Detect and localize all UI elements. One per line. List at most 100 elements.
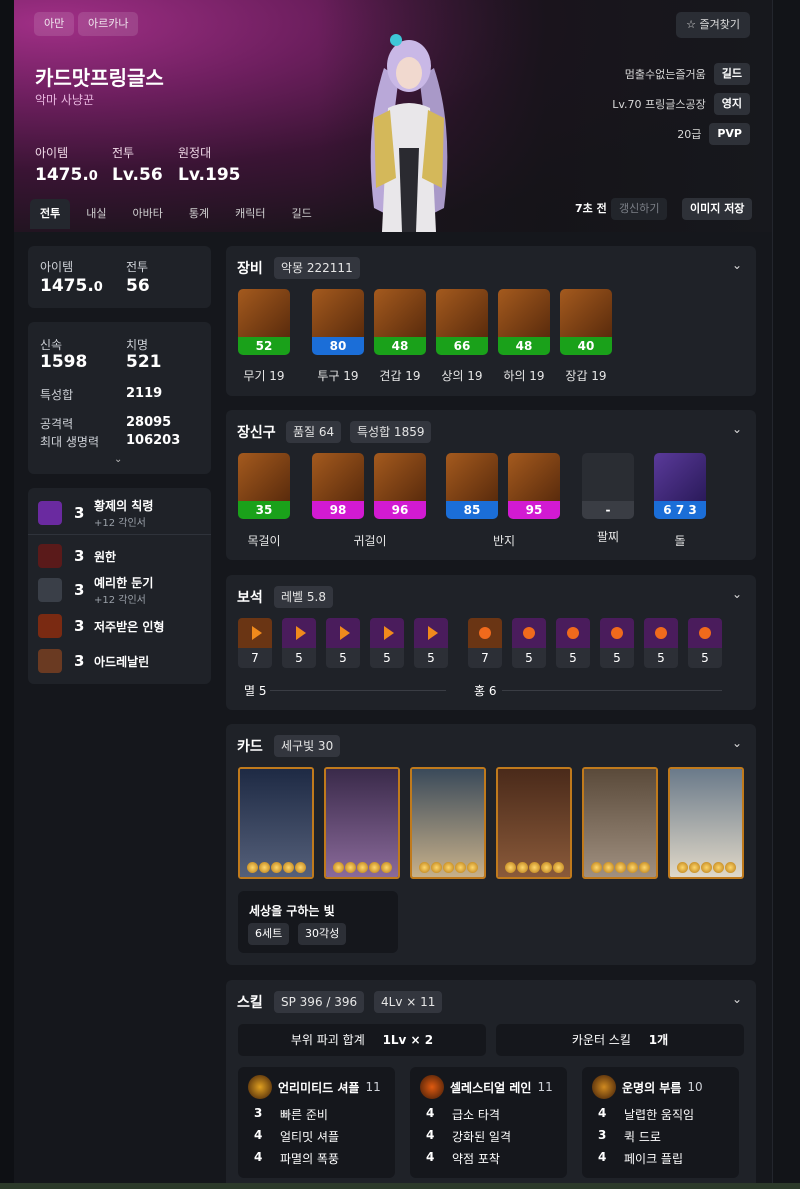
accessory-image (582, 453, 634, 501)
tripod-level: 4 (426, 1128, 435, 1142)
swiftness-value: 1598 (40, 352, 88, 372)
engraving-row[interactable]: 3 아드레날린 (38, 646, 149, 676)
tab-stats[interactable]: 통계 (179, 199, 219, 229)
gem-item[interactable]: 5 (282, 618, 316, 668)
equipment-item[interactable]: 80 (312, 289, 364, 355)
accessory-item[interactable]: - (582, 453, 634, 519)
skill-box[interactable]: 셀레스티얼 레인 11 4 급소 타격 4 강화된 일격 4 약점 포착 (410, 1067, 567, 1178)
awakening-orb (332, 862, 344, 873)
accessory-image (238, 453, 290, 501)
max-hp-label: 최대 생명력 (40, 435, 100, 449)
card-set-pill: 세구빛 30 (274, 735, 341, 757)
card-item[interactable] (496, 767, 572, 879)
gem-item[interactable]: 5 (512, 618, 546, 668)
skill-header: 운명의 부름 10 (592, 1075, 703, 1099)
engraving-level: 3 (74, 581, 85, 599)
gem-item[interactable]: 7 (468, 618, 502, 668)
accessory-item[interactable]: 35 (238, 453, 290, 519)
gem-item[interactable]: 5 (326, 618, 360, 668)
gem-item[interactable]: 5 (414, 618, 448, 668)
card-awakening (502, 862, 566, 873)
skill-box[interactable]: 운명의 부름 10 4 날렵한 움직임 3 퀵 드로 4 페이크 플립 (582, 1067, 739, 1178)
gem-item[interactable]: 5 (644, 618, 678, 668)
gem-item[interactable]: 5 (600, 618, 634, 668)
tab-combat[interactable]: 전투 (30, 199, 71, 229)
save-image-button[interactable]: 이미지 저장 (682, 198, 753, 220)
awakening-orb (516, 862, 528, 873)
accessory-item[interactable]: 98 (312, 453, 364, 519)
part-destroy-box: 부위 파괴 합계 1Lv × 2 (238, 1024, 486, 1056)
gem-item[interactable]: 7 (238, 618, 272, 668)
collapse-chevron-icon[interactable]: ⌄ (732, 258, 742, 272)
gem-item[interactable]: 5 (688, 618, 722, 668)
engraving-row[interactable]: 3 저주받은 인형 (38, 611, 164, 641)
card-item[interactable] (668, 767, 744, 879)
profile-header: 아만 아르카나 ☆ 즐겨찾기 카드맛프링글스 악마 사냥꾼 아이템 1475.0… (14, 0, 772, 232)
tab-character[interactable]: 캐릭터 (225, 199, 275, 229)
accessory-item[interactable]: 95 (508, 453, 560, 519)
favorite-button[interactable]: ☆ 즐겨찾기 (676, 12, 750, 38)
awakening-orb (504, 862, 516, 873)
awakening-orb (626, 862, 638, 873)
engraving-row[interactable]: 3 예리한 둔기 +12 각인서 (38, 575, 153, 606)
accessory-image (374, 453, 426, 501)
tripod-name: 강화된 일격 (452, 1130, 512, 1144)
swiftness-label: 신속 (40, 338, 63, 352)
accessory-item[interactable]: 6 7 3 (654, 453, 706, 519)
tab-guild[interactable]: 길드 (282, 199, 322, 229)
engraving-icon (38, 544, 62, 568)
collapse-chevron-icon[interactable]: ⌄ (732, 992, 742, 1006)
refresh-button[interactable]: 갱신하기 (611, 198, 668, 220)
engraving-row[interactable]: 3 황제의 칙령 +12 각인서 (38, 498, 153, 529)
accessory-item[interactable]: 85 (446, 453, 498, 519)
skills-section: 스킬 SP 396 / 396 4Lv × 11 ⌄ 부위 파괴 합계 1Lv … (226, 980, 756, 1189)
card-awakening (330, 862, 394, 873)
collapse-chevron-icon[interactable]: ⌄ (732, 422, 742, 436)
pvp-tag[interactable]: PVP (709, 123, 750, 145)
region-chip[interactable]: 아르카나 (78, 12, 139, 36)
quality-bar: 48 (374, 337, 426, 355)
quality-bar: 52 (238, 337, 290, 355)
tripod-row: 3 빠른 준비 (254, 1106, 328, 1123)
gem-item[interactable]: 5 (370, 618, 404, 668)
collapse-chevron-icon[interactable]: ⌄ (732, 736, 742, 750)
equipment-item[interactable]: 48 (498, 289, 550, 355)
collapse-chevron-icon[interactable]: ⌄ (732, 587, 742, 601)
estate-tag[interactable]: 영지 (713, 93, 750, 115)
card-item[interactable] (324, 767, 400, 879)
accessory-image (508, 453, 560, 501)
section-title: 장신구 (237, 425, 276, 441)
equipment-item[interactable]: 40 (560, 289, 612, 355)
card-item[interactable] (238, 767, 314, 879)
equipment-label: 투구 19 (317, 369, 359, 383)
equipment-item[interactable]: 52 (238, 289, 290, 355)
card-item[interactable] (582, 767, 658, 879)
accessories-section: 장신구 품질 64 특성합 1859 ⌄ 35 98 96 85 95 - 6 7 3 목걸… (226, 410, 756, 560)
earring-label: 귀걸이 (353, 534, 387, 548)
gem-image (326, 618, 360, 648)
engraving-row[interactable]: 3 원한 (38, 541, 116, 571)
card-item[interactable] (410, 767, 486, 879)
skill-box[interactable]: 언리미티드 셔플 11 3 빠른 준비 4 얼티밋 셔플 4 파멸의 폭풍 (238, 1067, 395, 1178)
expand-chevron-icon[interactable]: ⌄ (114, 454, 122, 465)
gem-image (512, 618, 546, 648)
equipment-image (436, 289, 488, 337)
guild-tag[interactable]: 길드 (713, 63, 750, 85)
gem-item[interactable]: 5 (556, 618, 590, 668)
crit-value: 521 (126, 352, 162, 372)
awakening-orb (430, 862, 442, 873)
awakening-orb (418, 862, 430, 873)
equipment-image (560, 289, 612, 337)
stat-value: Lv.56 (112, 165, 163, 185)
tab-avatar[interactable]: 아바타 (123, 199, 173, 229)
card-art (498, 769, 570, 877)
server-chip[interactable]: 아만 (34, 12, 75, 36)
max-hp-value: 106203 (126, 433, 181, 448)
stat-total-value: 2119 (126, 386, 163, 401)
equipment-item[interactable]: 66 (436, 289, 488, 355)
accessory-item[interactable]: 96 (374, 453, 426, 519)
tab-internal[interactable]: 내실 (76, 199, 116, 229)
equipment-item[interactable]: 48 (374, 289, 426, 355)
equipment-label: 견갑 19 (379, 369, 421, 383)
card-art (240, 769, 312, 877)
